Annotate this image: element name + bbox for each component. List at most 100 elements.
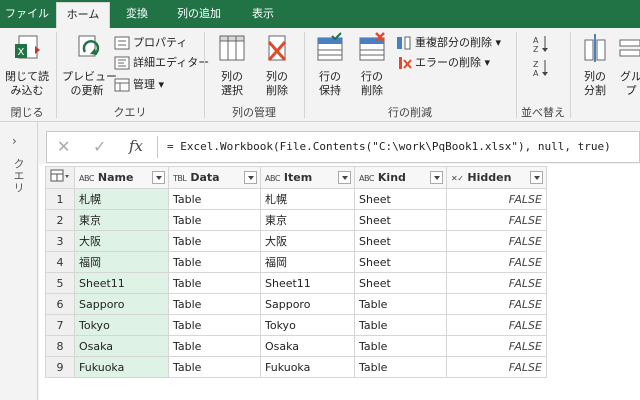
cell-name[interactable]: 大阪 [74, 230, 169, 252]
column-type-icon[interactable]: ✕✓ [451, 169, 464, 189]
sort-descending-icon[interactable]: Z A [532, 58, 550, 78]
cell-kind[interactable]: Sheet [354, 230, 447, 252]
cell-name[interactable]: Fukuoka [74, 356, 169, 378]
filter-dropdown-icon[interactable] [430, 170, 443, 184]
cell-kind[interactable]: Sheet [354, 251, 447, 273]
cell-name[interactable]: 福岡 [74, 251, 169, 273]
tab-home[interactable]: ホーム [56, 2, 110, 28]
row-number[interactable]: 3 [45, 230, 75, 252]
table-row[interactable]: 4 福岡 Table 福岡 Sheet FALSE [45, 251, 547, 273]
cell-hidden[interactable]: FALSE [446, 188, 547, 210]
remove-columns-button[interactable]: 列の 削除 [256, 32, 298, 98]
cell-hidden[interactable]: FALSE [446, 314, 547, 336]
cell-name[interactable]: Osaka [74, 335, 169, 357]
group-by-button[interactable]: グル プ [616, 32, 640, 98]
cell-hidden[interactable]: FALSE [446, 251, 547, 273]
remove-rows-button[interactable]: 行の 削除 [352, 32, 392, 98]
row-number[interactable]: 6 [45, 293, 75, 315]
column-type-icon[interactable]: TBL [173, 169, 187, 189]
row-number[interactable]: 9 [45, 356, 75, 378]
cell-data[interactable]: Table [168, 209, 261, 231]
row-number[interactable]: 1 [45, 188, 75, 210]
cell-name[interactable]: Tokyo [74, 314, 169, 336]
cell-hidden[interactable]: FALSE [446, 272, 547, 294]
cell-hidden[interactable]: FALSE [446, 335, 547, 357]
row-number[interactable]: 2 [45, 209, 75, 231]
tab-view[interactable]: 表示 [240, 0, 286, 28]
cell-item[interactable]: Osaka [260, 335, 355, 357]
table-row[interactable]: 8 Osaka Table Osaka Table FALSE [45, 335, 547, 357]
row-number[interactable]: 8 [45, 335, 75, 357]
formula-input[interactable]: = Excel.Workbook(File.Contents("C:\work\… [167, 140, 611, 153]
table-row[interactable]: 9 Fukuoka Table Fukuoka Table FALSE [45, 356, 547, 378]
cell-data[interactable]: Table [168, 188, 261, 210]
remove-duplicates-button[interactable]: 重複部分の削除 ▾ [396, 34, 501, 52]
column-header-kind[interactable]: ABC Kind [354, 166, 447, 189]
cell-hidden[interactable]: FALSE [446, 356, 547, 378]
cell-item[interactable]: Tokyo [260, 314, 355, 336]
split-column-button[interactable]: 列の 分割 [578, 32, 612, 98]
cell-item[interactable]: Fukuoka [260, 356, 355, 378]
properties-button[interactable]: プロパティ [114, 34, 187, 52]
filter-dropdown-icon[interactable] [244, 170, 257, 184]
close-load-button[interactable]: X 閉じて読 み込む [4, 32, 50, 98]
row-number[interactable]: 5 [45, 272, 75, 294]
expand-chevron-icon[interactable]: › [12, 134, 17, 148]
filter-dropdown-icon[interactable] [338, 170, 351, 184]
cancel-icon[interactable]: ✕ [57, 137, 70, 156]
cell-data[interactable]: Table [168, 356, 261, 378]
column-type-icon[interactable]: ABC [359, 169, 374, 189]
cell-item[interactable]: 東京 [260, 209, 355, 231]
cell-data[interactable]: Table [168, 251, 261, 273]
sort-ascending-icon[interactable]: A Z [532, 34, 550, 54]
tab-transform[interactable]: 変換 [114, 0, 160, 28]
column-type-icon[interactable]: ABC [79, 169, 94, 189]
filter-dropdown-icon[interactable] [530, 170, 543, 184]
row-number[interactable]: 7 [45, 314, 75, 336]
column-type-icon[interactable]: ABC [265, 169, 280, 189]
column-header-name[interactable]: ABC Name [74, 166, 169, 189]
table-row[interactable]: 6 Sapporo Table Sapporo Table FALSE [45, 293, 547, 315]
cell-kind[interactable]: Table [354, 293, 447, 315]
table-row[interactable]: 5 Sheet11 Table Sheet11 Sheet FALSE [45, 272, 547, 294]
cell-kind[interactable]: Sheet [354, 272, 447, 294]
advanced-editor-button[interactable]: 詳細エディター [114, 54, 209, 72]
cell-data[interactable]: Table [168, 335, 261, 357]
cell-kind[interactable]: Table [354, 335, 447, 357]
cell-item[interactable]: 大阪 [260, 230, 355, 252]
manage-button[interactable]: 管理 ▾ [114, 76, 164, 94]
tab-file[interactable]: ファイル [0, 0, 54, 28]
keep-rows-button[interactable]: 行の 保持 [310, 32, 350, 98]
column-header-item[interactable]: ABC Item [260, 166, 355, 189]
cell-data[interactable]: Table [168, 230, 261, 252]
row-number[interactable]: 4 [45, 251, 75, 273]
remove-errors-button[interactable]: エラーの削除 ▾ [396, 54, 490, 72]
check-icon[interactable]: ✓ [93, 137, 106, 156]
cell-name[interactable]: Sheet11 [74, 272, 169, 294]
cell-kind[interactable]: Table [354, 356, 447, 378]
cell-data[interactable]: Table [168, 272, 261, 294]
cell-item[interactable]: Sheet11 [260, 272, 355, 294]
fx-icon[interactable]: fx [129, 137, 143, 155]
table-row[interactable]: 1 札幌 Table 札幌 Sheet FALSE [45, 188, 547, 210]
cell-name[interactable]: 札幌 [74, 188, 169, 210]
cell-hidden[interactable]: FALSE [446, 293, 547, 315]
cell-item[interactable]: 札幌 [260, 188, 355, 210]
cell-kind[interactable]: Table [354, 314, 447, 336]
table-row[interactable]: 2 東京 Table 東京 Sheet FALSE [45, 209, 547, 231]
cell-kind[interactable]: Sheet [354, 188, 447, 210]
cell-kind[interactable]: Sheet [354, 209, 447, 231]
queries-pane-label[interactable]: クエリ [10, 158, 26, 194]
cell-name[interactable]: Sapporo [74, 293, 169, 315]
table-row[interactable]: 3 大阪 Table 大阪 Sheet FALSE [45, 230, 547, 252]
cell-hidden[interactable]: FALSE [446, 230, 547, 252]
cell-data[interactable]: Table [168, 293, 261, 315]
choose-columns-button[interactable]: 列の 選択 [212, 32, 252, 98]
table-row[interactable]: 7 Tokyo Table Tokyo Table FALSE [45, 314, 547, 336]
cell-item[interactable]: 福岡 [260, 251, 355, 273]
tab-add-column[interactable]: 列の追加 [164, 0, 234, 28]
cell-item[interactable]: Sapporo [260, 293, 355, 315]
column-header-hidden[interactable]: ✕✓ Hidden [446, 166, 547, 189]
column-header-data[interactable]: TBL Data [168, 166, 261, 189]
filter-dropdown-icon[interactable] [152, 170, 165, 184]
